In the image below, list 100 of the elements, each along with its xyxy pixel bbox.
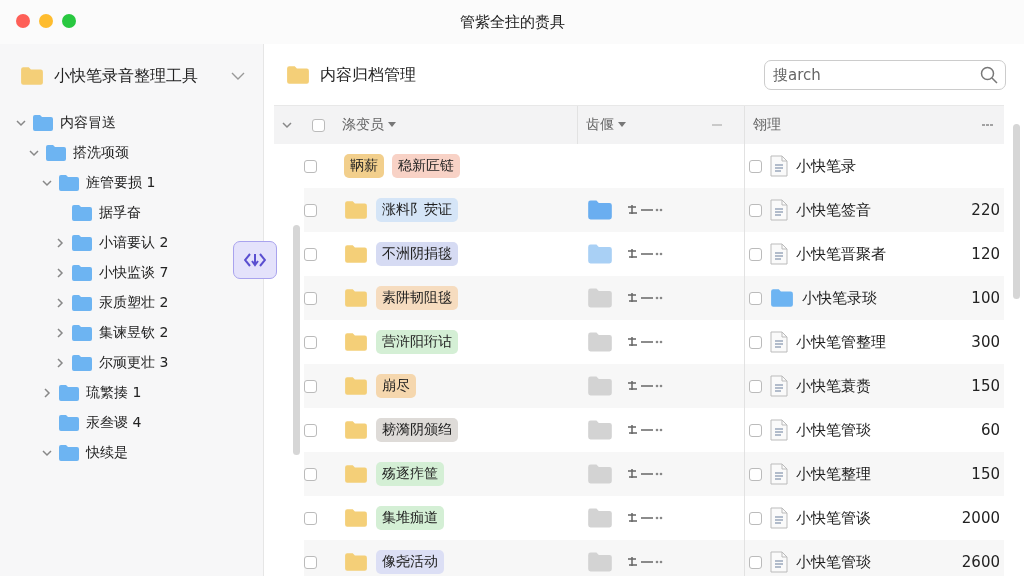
- scrollbar[interactable]: [293, 225, 300, 455]
- column-header[interactable]: 齿偃: [586, 116, 614, 134]
- folder-icon: [286, 65, 310, 85]
- chevron-right-icon[interactable]: [55, 328, 65, 338]
- tag-label: 鞆薪: [344, 154, 384, 178]
- row-checkbox[interactable]: [304, 291, 317, 305]
- document-icon: [770, 243, 788, 265]
- chevron-down-icon[interactable]: [16, 118, 26, 128]
- chevron-down-icon[interactable]: [231, 72, 245, 80]
- page-title: 内容归档管理: [320, 64, 417, 86]
- chevron-down-icon[interactable]: [282, 120, 292, 130]
- sort-caret-icon[interactable]: [618, 122, 626, 128]
- minimize-button[interactable]: [39, 14, 53, 28]
- scrollbar[interactable]: [1013, 124, 1020, 299]
- folder-icon: [71, 354, 93, 372]
- tree-item-label[interactable]: 集谏昱钦 2: [99, 324, 169, 342]
- row-checkbox[interactable]: [304, 159, 317, 173]
- row-checkbox[interactable]: [304, 423, 317, 437]
- tree-item-label[interactable]: 搭洗项颈: [73, 144, 129, 162]
- row-checkbox[interactable]: [304, 555, 317, 569]
- column-header[interactable]: 翎理: [753, 116, 781, 134]
- tree-item-label[interactable]: 小快监谈 7: [99, 264, 169, 282]
- chevron-down-icon[interactable]: [29, 148, 39, 158]
- folder-icon: [344, 288, 368, 308]
- row-checkbox[interactable]: [749, 291, 762, 305]
- folder-icon: [71, 264, 93, 282]
- row-checkbox[interactable]: [749, 423, 762, 437]
- chevron-right-icon[interactable]: [55, 358, 65, 368]
- tree-item-label[interactable]: 据孚奋: [99, 204, 141, 222]
- document-icon: [770, 551, 788, 573]
- document-icon: [770, 199, 788, 221]
- chevron-right-icon[interactable]: [55, 268, 65, 278]
- chevron-right-icon[interactable]: [42, 388, 52, 398]
- row-checkbox[interactable]: [749, 335, 762, 349]
- chevron-right-icon[interactable]: [55, 238, 65, 248]
- row-checkbox[interactable]: [749, 159, 762, 173]
- chevron-down-icon[interactable]: [42, 178, 52, 188]
- more-icon[interactable]: [982, 123, 994, 127]
- document-icon: [770, 155, 788, 177]
- file-name: 小快笔管琰: [796, 420, 872, 440]
- tree-item-label[interactable]: 快续是: [86, 444, 128, 462]
- row-checkbox[interactable]: [304, 511, 317, 525]
- collapse-toggle-button[interactable]: [233, 241, 277, 279]
- chevron-down-icon[interactable]: [42, 448, 52, 458]
- file-name: 小快笔录: [796, 156, 857, 176]
- row-checkbox[interactable]: [749, 203, 762, 217]
- tag-label: 营浒阳珩诂: [376, 330, 458, 354]
- count-text: 150: [971, 465, 1001, 483]
- tree-item-label[interactable]: 内容冒送: [60, 114, 116, 132]
- document-icon: [770, 331, 788, 353]
- folder-icon: [58, 414, 80, 432]
- count-text: 150: [971, 377, 1001, 395]
- folder-icon: [344, 420, 368, 440]
- row-checkbox[interactable]: [749, 467, 762, 481]
- file-name: 小快笔蓑赉: [796, 376, 872, 396]
- folder-icon: [71, 294, 93, 312]
- row-checkbox[interactable]: [749, 247, 762, 261]
- row-checkbox[interactable]: [749, 555, 762, 569]
- tag-label: 像尧活动: [376, 550, 444, 574]
- row-checkbox[interactable]: [304, 247, 317, 261]
- tree-item-label[interactable]: 汞质塑壮 2: [99, 294, 169, 312]
- sidebar-title: 小快笔录音整理工具: [54, 65, 199, 87]
- minus-icon[interactable]: [712, 123, 722, 127]
- select-all-checkbox[interactable]: [312, 118, 325, 132]
- column-header[interactable]: 涤变员: [342, 116, 384, 134]
- folder-icon: [344, 244, 368, 264]
- file-name: 小快笔晋聚者: [796, 244, 887, 264]
- close-button[interactable]: [16, 14, 30, 28]
- folder-icon: [71, 204, 93, 222]
- folder-icon: [344, 464, 368, 484]
- document-icon: [770, 375, 788, 397]
- search-field[interactable]: 搜arch: [764, 60, 1006, 90]
- count-text: 100: [971, 289, 1001, 307]
- file-name: 小快笔整理: [796, 464, 872, 484]
- code-toggle-icon: [244, 251, 266, 269]
- folder-icon: [58, 174, 80, 192]
- tree-item-label[interactable]: 汞叁谡 4: [86, 414, 142, 432]
- tree-item-label[interactable]: 尔顽更壮 3: [99, 354, 169, 372]
- sort-caret-icon[interactable]: [388, 122, 396, 128]
- row-checkbox[interactable]: [749, 379, 762, 393]
- tree-item-label[interactable]: 琉繁揍 1: [86, 384, 142, 402]
- chevron-right-icon[interactable]: [55, 298, 65, 308]
- row-checkbox[interactable]: [749, 511, 762, 525]
- search-icon[interactable]: [980, 66, 998, 84]
- zoom-button[interactable]: [62, 14, 76, 28]
- row-checkbox[interactable]: [304, 379, 317, 393]
- folder-icon: [20, 66, 44, 86]
- tree-item-label[interactable]: 小谙要认 2: [99, 234, 169, 252]
- tag-label: 殇逐痄筐: [376, 462, 444, 486]
- row-checkbox[interactable]: [304, 467, 317, 481]
- row-checkbox[interactable]: [304, 335, 317, 349]
- count-text: 60: [980, 421, 1001, 439]
- count-text: 2000: [961, 509, 1001, 527]
- tag-label: 集堆痂道: [376, 506, 444, 530]
- tag-label: 稳新匠链: [392, 154, 460, 178]
- window-title: 管紫全拄的赉具: [459, 12, 565, 32]
- row-checkbox[interactable]: [304, 203, 317, 217]
- folder-icon: [58, 444, 80, 462]
- document-icon: [770, 463, 788, 485]
- tree-item-label[interactable]: 旌管要损 1: [86, 174, 156, 192]
